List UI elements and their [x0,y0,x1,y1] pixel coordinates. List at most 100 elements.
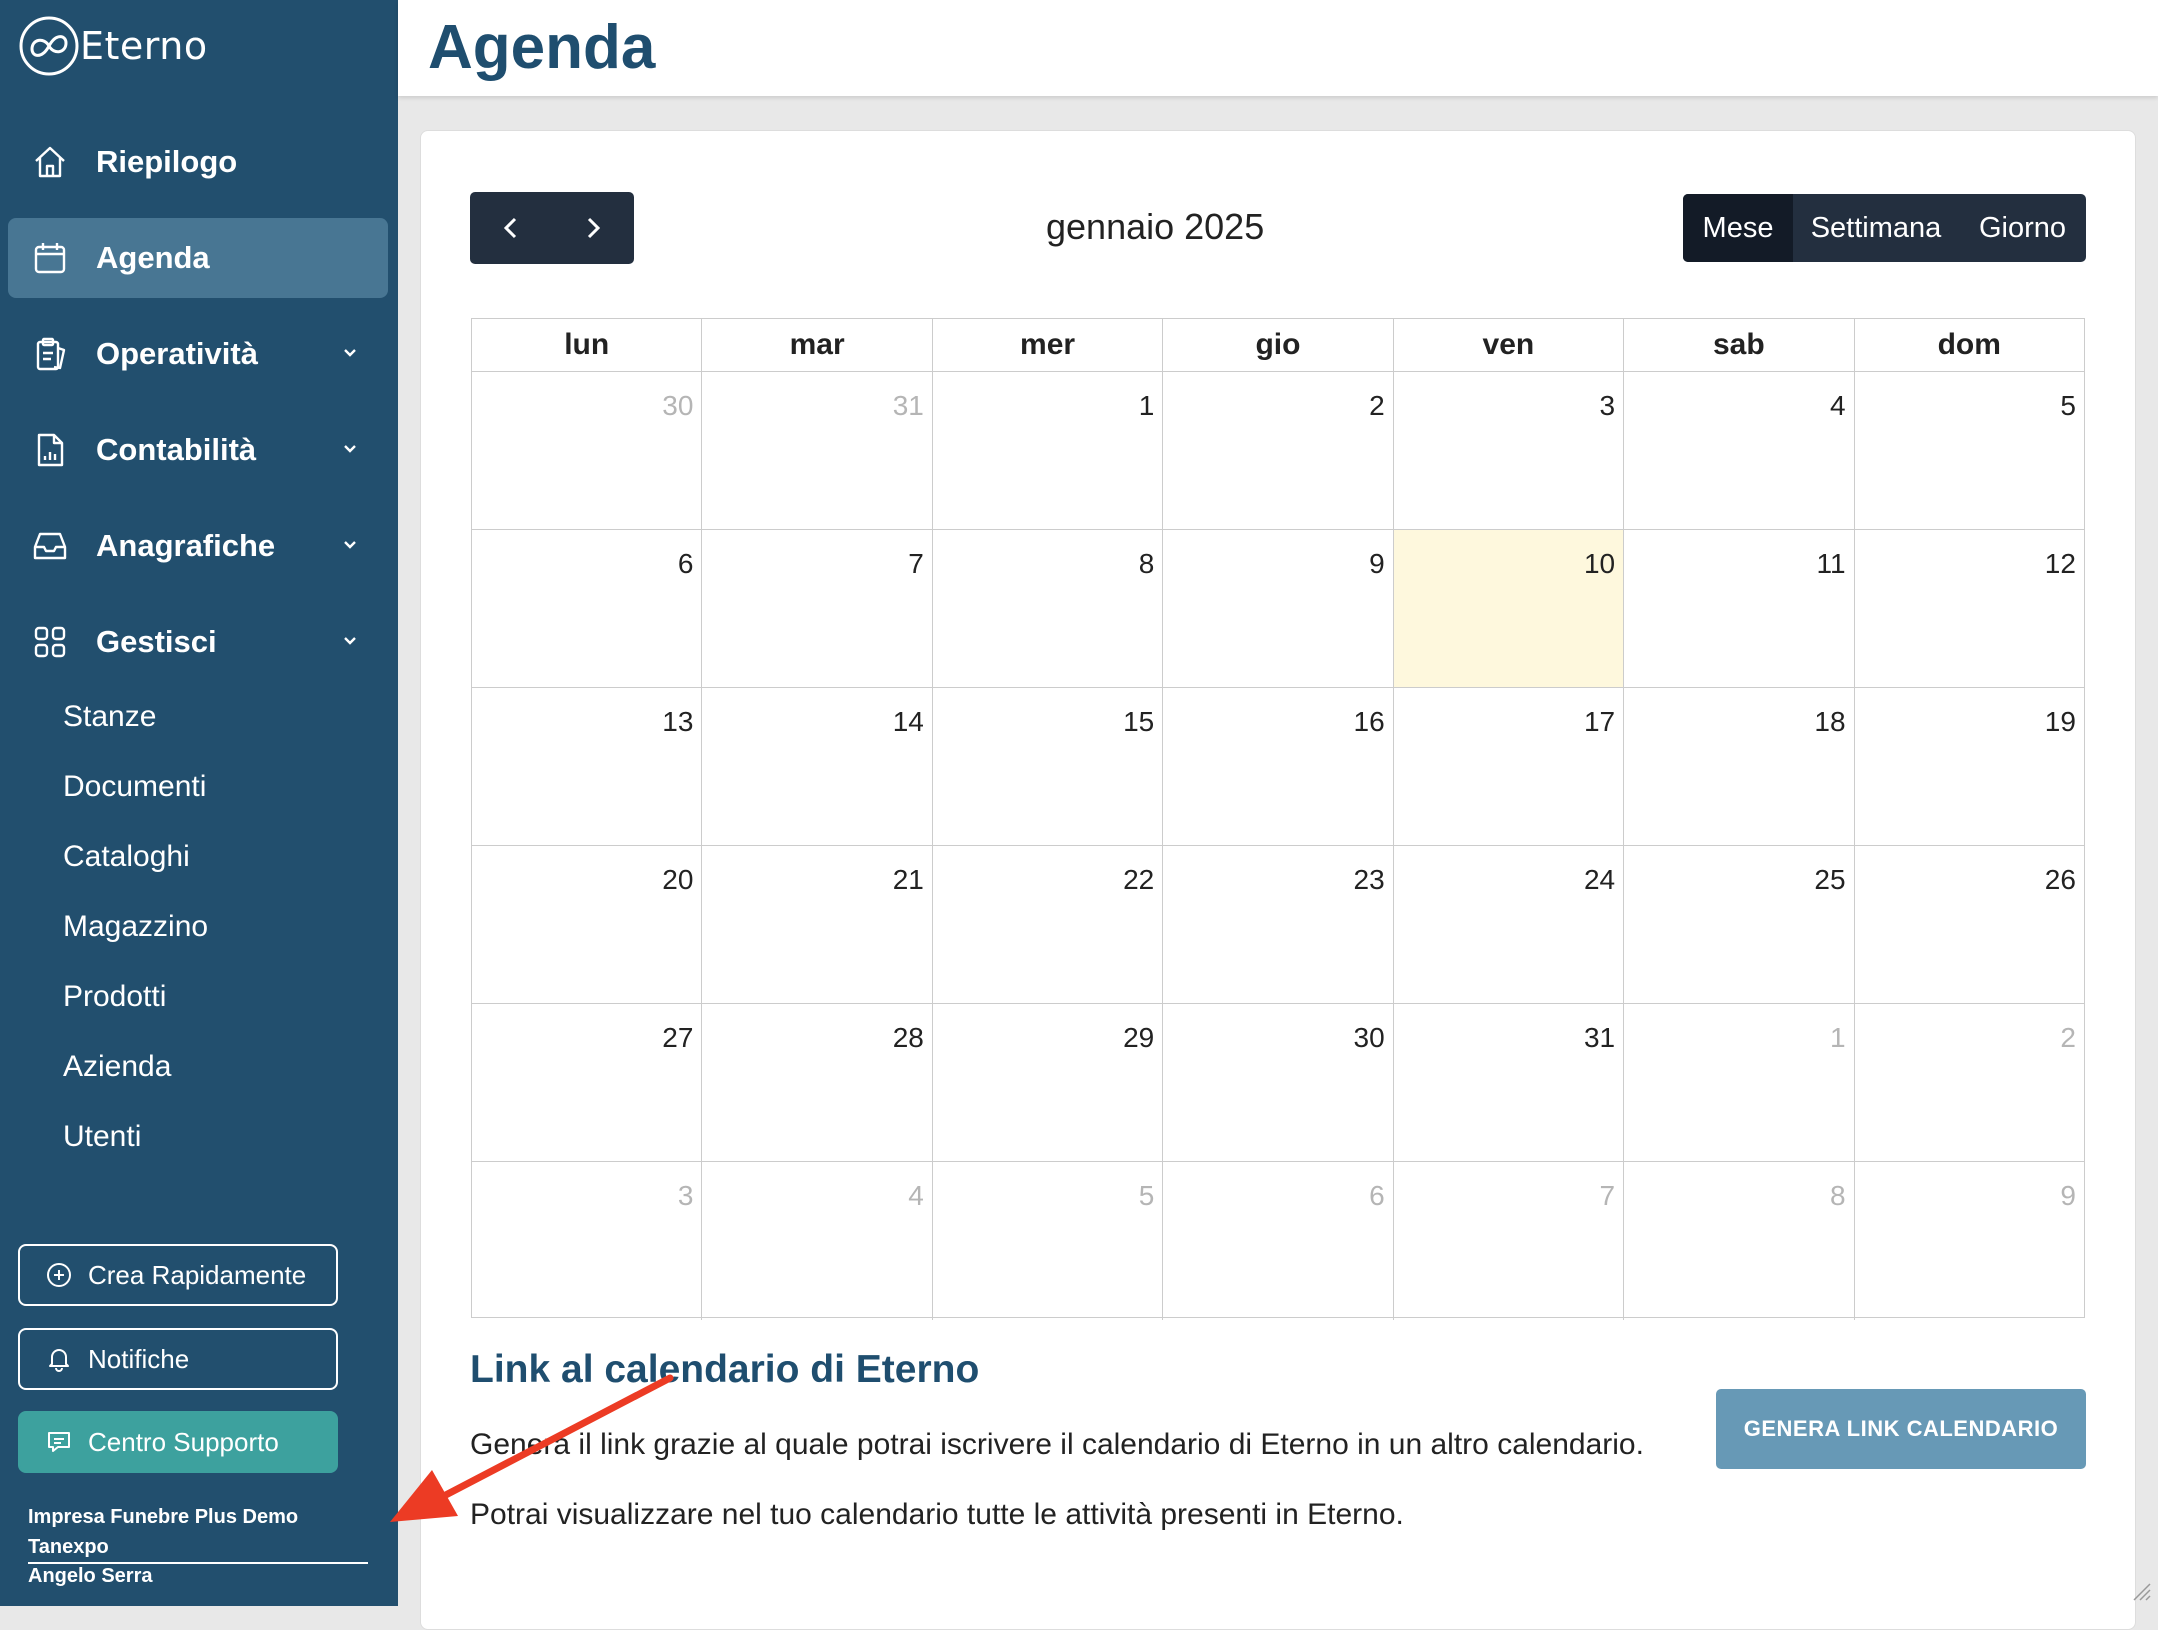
calendar-day-cell[interactable]: 21 [702,846,933,1003]
notifications-button[interactable]: Notifiche [18,1328,338,1390]
sidebar-subitem-stanze[interactable]: Stanze [63,700,156,734]
chevron-down-icon [344,349,356,357]
calendar-day-cell[interactable]: 25 [1624,846,1855,1003]
sidebar-item-label: Anagrafiche [96,528,276,563]
calendar-day-cell[interactable]: 20 [472,846,703,1003]
sidebar-subitem-cataloghi[interactable]: Cataloghi [63,840,190,874]
day-number: 28 [892,1022,924,1053]
day-number: 8 [1138,548,1155,579]
calendar-day-cell[interactable]: 3 [1394,372,1625,529]
weekday-label: dom [1937,328,2001,361]
quick-create-button[interactable]: Crea Rapidamente [18,1244,338,1306]
calendar-day-cell[interactable]: 30 [1163,1004,1394,1161]
calendar-day-cell[interactable]: 9 [1855,1162,2084,1320]
sidebar-subitem-azienda[interactable]: Azienda [63,1050,171,1084]
prev-month-button[interactable] [470,192,552,264]
divider [28,1562,368,1564]
next-month-button[interactable] [552,192,634,264]
calendar-day-cell[interactable]: 28 [702,1004,933,1161]
sidebar-item-agenda[interactable]: Agenda [8,218,388,298]
calendar-week: 20 21 22 23 24 25 26 [472,846,2084,1004]
calendar-day-cell[interactable]: 3 [472,1162,703,1320]
day-number: 16 [1353,706,1385,737]
weekday-label: mar [702,319,933,371]
chevron-left-icon [503,217,517,239]
calendar-day-cell[interactable]: 11 [1624,530,1855,687]
calendar-day-cell[interactable]: 2 [1163,372,1394,529]
day-number: 6 [677,548,694,579]
calendar-day-cell[interactable]: 14 [702,688,933,845]
day-number: 9 [2060,1180,2076,1211]
support-center-button[interactable]: Centro Supporto [18,1411,338,1473]
calendar-day-cell[interactable]: 12 [1855,530,2084,687]
calendar-day-cell[interactable]: 6 [1163,1162,1394,1320]
calendar-day-cell[interactable]: 19 [1855,688,2084,845]
logo[interactable]: Eterno [18,14,208,78]
sidebar-item-riepilogo[interactable]: Riepilogo [8,122,388,202]
calendar-day-cell[interactable]: 8 [933,530,1164,687]
calendar-day-cell[interactable]: 1 [1624,1004,1855,1161]
view-switcher: Mese Settimana Giorno [1683,194,2086,262]
sidebar-item-contabilita[interactable]: Contabilità [8,410,388,490]
calendar-day-cell[interactable]: 22 [933,846,1164,1003]
calendar-day-cell[interactable]: 7 [702,530,933,687]
view-day-button[interactable]: Giorno [1959,194,2086,262]
day-number: 12 [2044,548,2076,579]
sidebar-item-operativita[interactable]: Operatività [8,314,388,394]
home-icon [30,142,70,182]
view-month-button[interactable]: Mese [1683,194,1793,262]
calendar-day-cell[interactable]: 6 [472,530,703,687]
calendar-day-cell[interactable]: 4 [1624,372,1855,529]
sidebar-item-gestisci[interactable]: Gestisci [8,602,388,682]
sidebar-subitem-prodotti[interactable]: Prodotti [63,980,166,1014]
day-number: 15 [1123,706,1155,737]
calendar-day-cell[interactable]: 13 [472,688,703,845]
resize-handle-icon[interactable] [2130,1580,2152,1602]
sidebar-subitem-magazzino[interactable]: Magazzino [63,910,208,944]
user-name[interactable]: Angelo Serra [28,1565,152,1588]
calendar-day-cell[interactable]: 27 [472,1004,703,1161]
sidebar-item-anagrafiche[interactable]: Anagrafiche [8,506,388,586]
calendar-day-cell[interactable]: 1 [933,372,1164,529]
calendar-day-cell[interactable]: 31 [1394,1004,1625,1161]
day-number: 19 [2044,706,2076,737]
calendar-day-cell[interactable]: 5 [933,1162,1164,1320]
calendar-day-cell[interactable]: 9 [1163,530,1394,687]
calendar-day-cell[interactable]: 8 [1624,1162,1855,1320]
sidebar-subitem-utenti[interactable]: Utenti [63,1120,141,1154]
calendar-day-cell[interactable]: 16 [1163,688,1394,845]
calendar-day-cell[interactable]: 2 [1855,1004,2084,1161]
grid-icon [30,622,70,662]
calendar-day-cell[interactable]: 5 [1855,372,2084,529]
calendar-day-cell[interactable]: 17 [1394,688,1625,845]
calendar-day-cell[interactable]: 30 [472,372,703,529]
sidebar-item-label: Agenda [96,240,210,275]
page-title: Agenda [428,13,656,82]
day-number: 31 [1583,1022,1616,1053]
day-number: 6 [1369,1180,1385,1211]
day-number: 7 [1599,1180,1616,1211]
calendar-day-cell[interactable]: 29 [933,1004,1164,1161]
support-center-label: Centro Supporto [88,1426,279,1457]
calendar-day-cell[interactable]: 7 [1394,1162,1625,1320]
calendar-day-cell-today[interactable]: 10 [1393,530,1625,687]
calendar-day-cell[interactable]: 4 [702,1162,933,1320]
calendar-day-cell[interactable]: 15 [933,688,1164,845]
day-number: 1 [1829,1022,1846,1053]
calendar-day-cell[interactable]: 18 [1624,688,1855,845]
calendar-day-cell[interactable]: 24 [1394,846,1625,1003]
view-week-button[interactable]: Settimana [1793,194,1959,262]
clipboard-icon [30,334,70,374]
generate-calendar-link-button[interactable]: GENERA LINK CALENDARIO [1716,1389,2086,1469]
day-number: 22 [1123,864,1155,895]
eterno-logo-icon [19,16,79,76]
sidebar-subitem-documenti[interactable]: Documenti [63,770,206,804]
chevron-down-icon [344,541,356,549]
calendar-day-cell[interactable]: 23 [1163,846,1394,1003]
day-number: 24 [1583,864,1616,895]
chevron-right-icon [587,217,601,239]
calendar-day-cell[interactable]: 31 [702,372,933,529]
calendar-week: 13 14 15 16 17 18 19 [472,688,2084,846]
calendar-day-cell[interactable]: 26 [1855,846,2084,1003]
sidebar-item-label: Gestisci [96,624,217,659]
